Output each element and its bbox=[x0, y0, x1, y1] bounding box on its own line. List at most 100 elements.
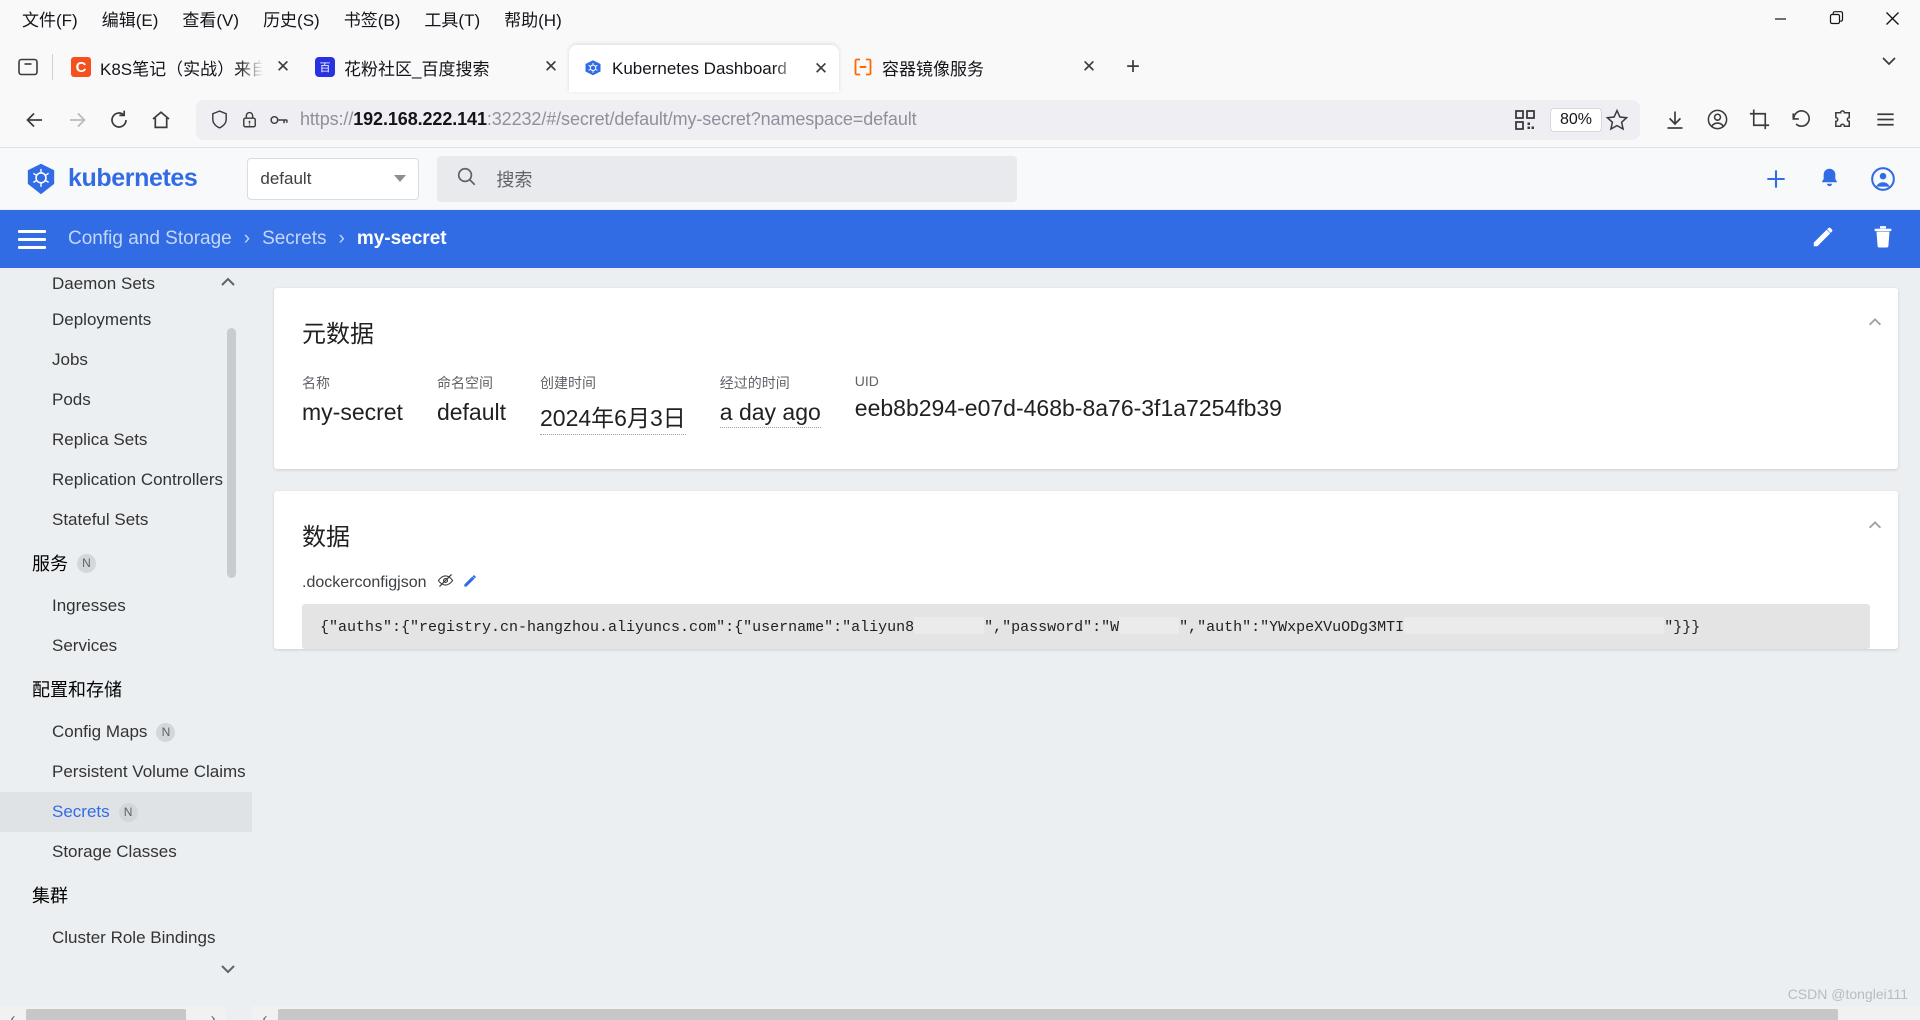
scroll-left-button[interactable]: ‹ bbox=[0, 1006, 26, 1020]
tracking-shield-icon[interactable] bbox=[204, 105, 234, 135]
home-button[interactable] bbox=[140, 99, 182, 141]
tab-title: 花粉社区_百度搜索 bbox=[344, 59, 490, 79]
sidenav-vertical-scrollbar-thumb[interactable] bbox=[227, 328, 236, 578]
notifications-button[interactable] bbox=[1817, 166, 1842, 191]
sidebar-item-replica-sets[interactable]: Replica Sets bbox=[0, 420, 252, 460]
tab-close-button[interactable]: ✕ bbox=[269, 53, 297, 81]
metadata-card-collapse-button[interactable] bbox=[1866, 314, 1884, 335]
window-maximize-button[interactable] bbox=[1808, 0, 1864, 36]
menu-help[interactable]: 帮助(H) bbox=[492, 2, 574, 35]
undo-close-tab-button[interactable] bbox=[1780, 99, 1822, 141]
sidebar-item-stateful-sets[interactable]: Stateful Sets bbox=[0, 500, 252, 540]
zoom-level-badge[interactable]: 80% bbox=[1549, 107, 1602, 132]
sidebar-group-config-and-storage[interactable]: 配置和存储 bbox=[0, 666, 252, 712]
sidebar-item-label: Pods bbox=[52, 390, 91, 409]
search-input[interactable]: 搜索 bbox=[437, 155, 1018, 202]
sidebar-group-cluster[interactable]: 集群 bbox=[0, 872, 252, 918]
browser-tab-2[interactable]: Kubernetes Dashboard ✕ bbox=[569, 45, 839, 92]
sidebar-group-services[interactable]: 服务 N bbox=[0, 540, 252, 586]
field-value[interactable]: 2024年6月3日 bbox=[540, 399, 686, 435]
sidenav-toggle-button[interactable] bbox=[18, 225, 46, 254]
breadcrumb-config-and-storage[interactable]: Config and Storage bbox=[68, 228, 232, 250]
arrow-left-icon bbox=[26, 112, 42, 127]
field-label: 经过的时间 bbox=[719, 375, 790, 391]
browser-tab-3[interactable]: 容器镜像服务 ✕ bbox=[839, 45, 1107, 89]
menu-file[interactable]: 文件(F) bbox=[10, 2, 90, 35]
window-minimize-button[interactable] bbox=[1752, 0, 1808, 36]
sidenav-hscroll-track[interactable] bbox=[26, 1006, 200, 1020]
sidenav-horizontal-scrollbar[interactable]: ‹ › bbox=[0, 1006, 226, 1020]
tabstrip-overflow bbox=[1868, 40, 1910, 82]
sidebar-item-jobs[interactable]: Jobs bbox=[0, 340, 252, 380]
sidebar-item-deployments[interactable]: Deployments bbox=[0, 300, 252, 340]
tab-close-button[interactable]: ✕ bbox=[537, 53, 565, 81]
sidebar-item-ingresses[interactable]: Ingresses bbox=[0, 586, 252, 626]
secret-key-actions bbox=[437, 572, 478, 594]
app-menu-button[interactable] bbox=[1864, 99, 1906, 141]
sidebar-item-persistent-volume-claims[interactable]: Persistent Volume Claims N bbox=[0, 752, 252, 792]
qrcode-icon[interactable] bbox=[1510, 105, 1540, 135]
window-close-button[interactable] bbox=[1864, 0, 1920, 36]
create-resource-button[interactable] bbox=[1763, 166, 1789, 192]
tab-close-button[interactable]: ✕ bbox=[1075, 53, 1103, 81]
namespace-selector[interactable]: default bbox=[247, 157, 420, 200]
field-value[interactable]: a day ago bbox=[719, 399, 821, 428]
url-bar[interactable]: https://192.168.222.141:32232/#/secret/d… bbox=[196, 99, 1640, 140]
menu-tools[interactable]: 工具(T) bbox=[412, 2, 492, 35]
menu-edit[interactable]: 编辑(E) bbox=[90, 2, 171, 35]
sidebar-item-label: Replication Controllers bbox=[52, 470, 224, 489]
forward-button[interactable] bbox=[56, 99, 98, 141]
menu-history[interactable]: 历史(S) bbox=[251, 2, 332, 35]
hamburger-line bbox=[18, 245, 46, 249]
page-hscroll-thumb[interactable] bbox=[278, 1009, 1838, 1020]
sidebar-item-secrets[interactable]: Secrets N bbox=[0, 792, 252, 832]
data-card-collapse-button[interactable] bbox=[1866, 517, 1884, 538]
sidebar-item-label: Services bbox=[52, 636, 118, 655]
delete-resource-button[interactable] bbox=[1870, 224, 1896, 255]
sidebar-item-cluster-role-bindings[interactable]: Cluster Role Bindings bbox=[0, 918, 252, 958]
screenshot-button[interactable] bbox=[1738, 99, 1780, 141]
scroll-left-button[interactable]: ‹ bbox=[252, 1006, 278, 1020]
edit-secret-key-button[interactable] bbox=[462, 573, 478, 594]
url-text[interactable]: https://192.168.222.141:32232/#/secret/d… bbox=[300, 109, 1510, 130]
sidenav-hscroll-thumb[interactable] bbox=[26, 1009, 186, 1020]
breadcrumb-secrets[interactable]: Secrets bbox=[262, 228, 326, 250]
metadata-field-age: 经过的时间 a day ago bbox=[719, 373, 821, 435]
account-button[interactable] bbox=[1696, 99, 1738, 141]
key-icon bbox=[270, 115, 288, 124]
page-horizontal-scrollbar[interactable]: ‹ bbox=[252, 1006, 1920, 1020]
sidebar-item-config-maps[interactable]: Config Maps N bbox=[0, 712, 252, 752]
account-button[interactable] bbox=[1870, 166, 1896, 192]
sidebar-item-replication-controllers[interactable]: Replication Controllers bbox=[0, 460, 252, 500]
metadata-field-uid: UID eeb8b294-e07d-468b-8a76-3f1a7254fb39 bbox=[855, 373, 1282, 435]
tab-close-button[interactable]: ✕ bbox=[807, 55, 835, 83]
kubernetes-logo[interactable]: kubernetes bbox=[24, 162, 198, 196]
connection-insecure-icon[interactable] bbox=[234, 105, 264, 135]
back-button[interactable] bbox=[14, 99, 56, 141]
secret-value-box[interactable]: {"auths":{"registry.cn-hangzhou.aliyuncs… bbox=[302, 604, 1870, 649]
downloads-button[interactable] bbox=[1654, 99, 1696, 141]
list-all-tabs-button[interactable] bbox=[6, 45, 50, 89]
scroll-right-button[interactable]: › bbox=[200, 1006, 226, 1020]
browser-tab-1[interactable]: 百 花粉社区_百度搜索 ✕ bbox=[301, 45, 569, 89]
reload-button[interactable] bbox=[98, 99, 140, 141]
sidebar-item-storage-classes[interactable]: Storage Classes bbox=[0, 832, 252, 872]
baidu-icon: 百 bbox=[315, 57, 335, 77]
sidebar-item-daemon-sets[interactable]: Daemon Sets bbox=[0, 268, 252, 300]
browser-tab-0[interactable]: C K8S笔记（实战）来自尚硅谷雷 ✕ bbox=[57, 45, 301, 89]
menu-view[interactable]: 查看(V) bbox=[170, 2, 251, 35]
new-tab-button[interactable]: + bbox=[1115, 49, 1151, 85]
page-hscroll-track[interactable] bbox=[278, 1006, 1920, 1020]
sidenav-scroll-down-button[interactable] bbox=[218, 959, 238, 984]
edit-resource-button[interactable] bbox=[1810, 224, 1836, 255]
toggle-visibility-button[interactable] bbox=[437, 572, 454, 594]
bookmark-star-icon[interactable] bbox=[1602, 105, 1632, 135]
tab-list-chevron-button[interactable] bbox=[1868, 40, 1910, 82]
saved-password-key-icon[interactable] bbox=[264, 105, 294, 135]
menu-bookmarks[interactable]: 书签(B) bbox=[332, 2, 413, 35]
extensions-button[interactable] bbox=[1822, 99, 1864, 141]
breadcrumb-separator-icon: › bbox=[243, 228, 251, 249]
sidenav-scroll-up-button[interactable] bbox=[218, 272, 238, 297]
sidebar-item-services[interactable]: Services bbox=[0, 626, 252, 666]
sidebar-item-pods[interactable]: Pods bbox=[0, 380, 252, 420]
